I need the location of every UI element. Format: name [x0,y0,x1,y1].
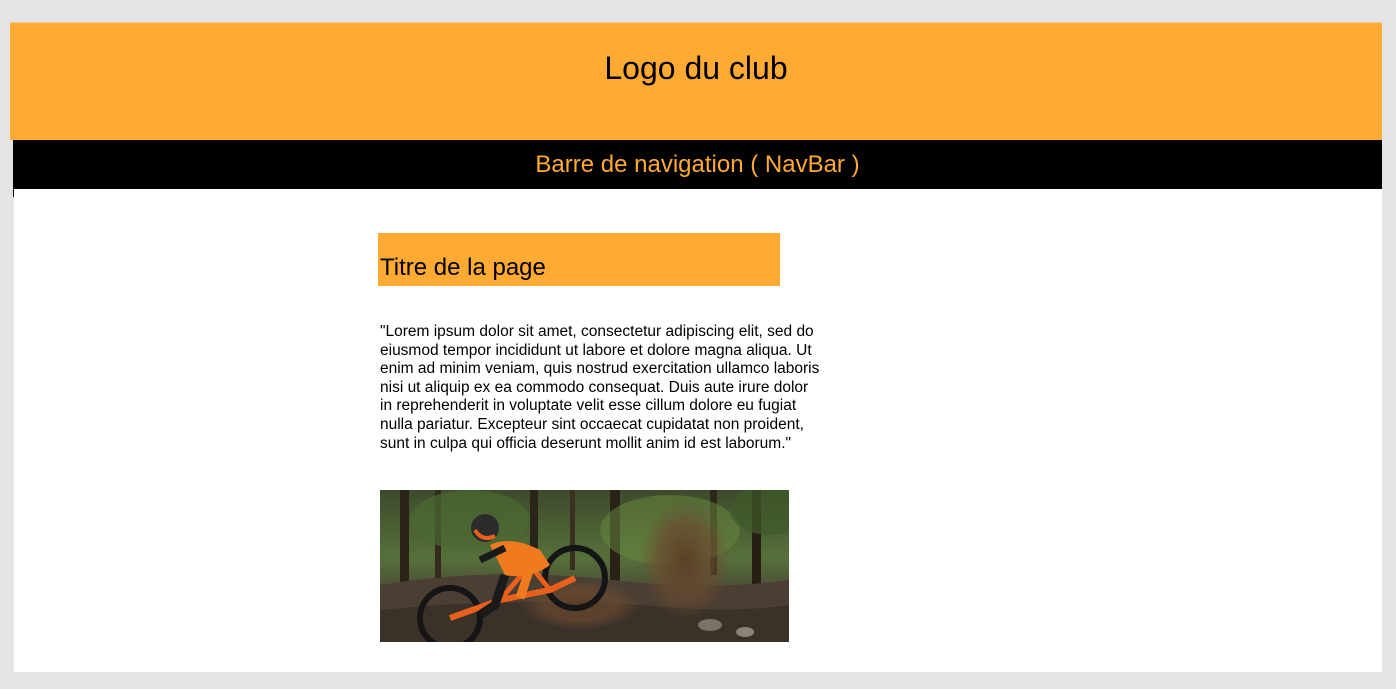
header-banner: Logo du club [10,22,1382,140]
navbar[interactable]: Barre de navigation ( NavBar ) [13,140,1382,189]
page-title: Titre de la page [380,254,546,281]
mountain-bike-photo [380,490,789,642]
navbar-edge-mark [13,189,14,197]
page-title-box: Titre de la page [378,233,780,286]
body-paragraph: "Lorem ipsum dolor sit amet, consectetur… [380,323,820,452]
club-logo[interactable]: Logo du club [10,49,1382,87]
navbar-label[interactable]: Barre de navigation ( NavBar ) [13,151,1382,179]
